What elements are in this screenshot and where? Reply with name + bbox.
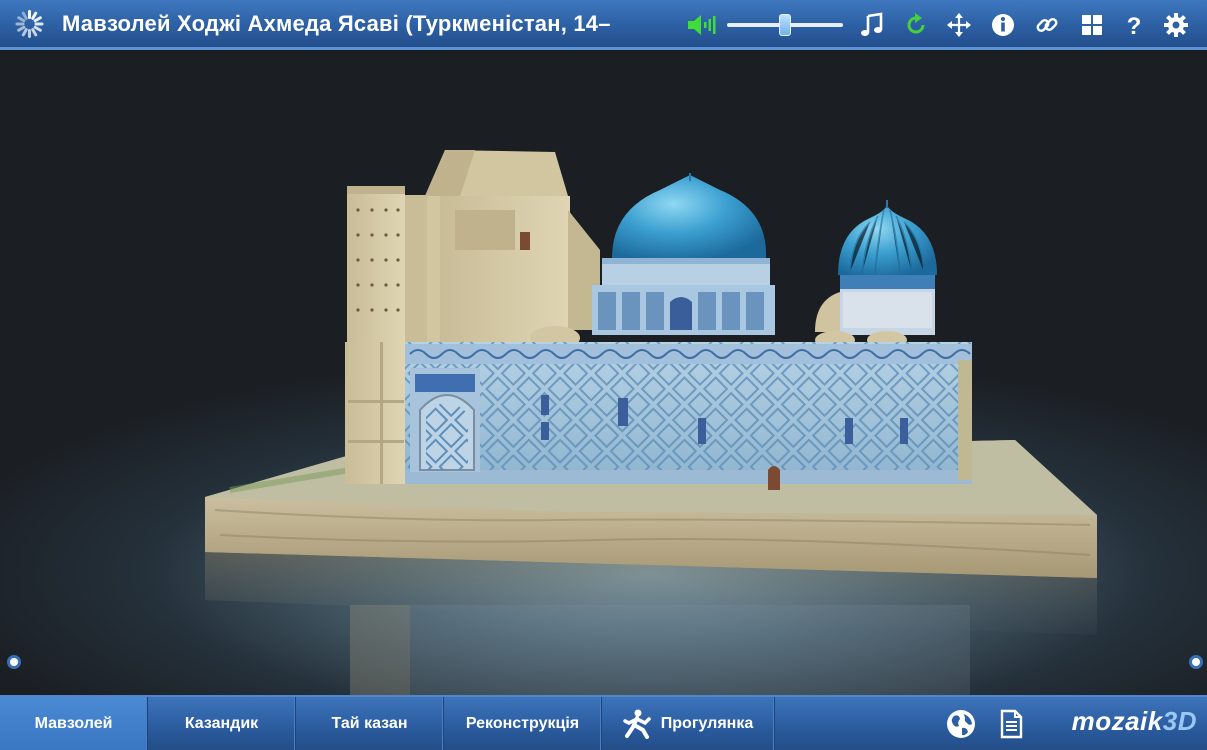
bottom-navigation: Мавзолей Казандик Тай казан Реконструкці… bbox=[0, 695, 1207, 750]
volume-slider[interactable] bbox=[727, 14, 843, 36]
tab-label: Мавзолей bbox=[34, 714, 113, 732]
tab-label: Прогулянка bbox=[660, 714, 754, 732]
top-toolbar: Мавзолей Ходжі Ахмеда Ясаві (Туркменіста… bbox=[0, 0, 1207, 50]
3d-viewport[interactable] bbox=[0, 53, 1207, 695]
tab-reconstruction[interactable]: Реконструкція bbox=[444, 697, 602, 750]
globe-icon[interactable] bbox=[945, 708, 977, 740]
walk-icon bbox=[623, 709, 651, 739]
tab-mausoleum[interactable]: Мавзолей bbox=[0, 697, 148, 750]
tab-kazandik[interactable]: Казандик bbox=[148, 697, 296, 750]
tab-walk[interactable]: Прогулянка bbox=[602, 697, 775, 750]
info-icon[interactable] bbox=[989, 11, 1017, 39]
nav-point-left[interactable] bbox=[7, 655, 21, 669]
mausoleum-model[interactable] bbox=[0, 53, 1207, 695]
svg-text:?: ? bbox=[1127, 13, 1142, 38]
app-window: Мавзолей Ходжі Ахмеда Ясаві (Туркменіста… bbox=[0, 0, 1207, 750]
brand-suffix: 3D bbox=[1162, 706, 1197, 736]
link-icon[interactable] bbox=[1033, 11, 1061, 39]
speaker-icon[interactable] bbox=[688, 13, 718, 37]
page-title: Мавзолей Ходжі Ахмеда Ясаві (Туркменіста… bbox=[62, 10, 611, 36]
bottom-right-tools: mozaik3D bbox=[937, 697, 1207, 750]
tab-label: Реконструкція bbox=[465, 714, 580, 732]
tab-label: Казандик bbox=[184, 714, 259, 732]
move-icon[interactable] bbox=[945, 11, 973, 39]
music-icon[interactable] bbox=[858, 11, 886, 39]
brand-logo: mozaik3D bbox=[1072, 706, 1197, 737]
tab-label: Тай казан bbox=[331, 714, 408, 732]
loading-icon bbox=[14, 9, 44, 39]
document-icon[interactable] bbox=[995, 708, 1027, 740]
grid-icon[interactable] bbox=[1078, 11, 1106, 39]
reset-icon[interactable] bbox=[902, 11, 930, 39]
brand-main: mozaik bbox=[1071, 706, 1163, 736]
tab-tai-kazan[interactable]: Тай казан bbox=[296, 697, 444, 750]
volume-thumb[interactable] bbox=[779, 14, 791, 36]
help-icon[interactable]: ? bbox=[1120, 11, 1148, 39]
nav-point-right[interactable] bbox=[1189, 655, 1203, 669]
settings-icon[interactable] bbox=[1162, 11, 1190, 39]
